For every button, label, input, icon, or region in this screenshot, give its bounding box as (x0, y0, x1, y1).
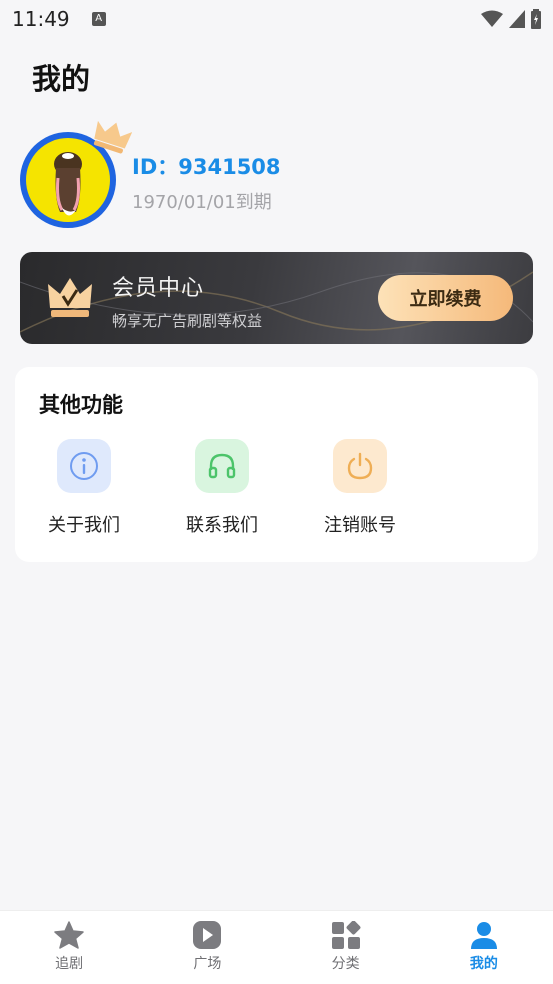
user-id: ID：9341508 (132, 155, 281, 179)
tab-mine[interactable]: 我的 (415, 911, 553, 984)
crown-icon (93, 120, 132, 154)
vip-crown-icon (48, 278, 92, 317)
star-icon (54, 921, 84, 949)
vip-center-card[interactable]: 会员中心 畅享无广告刷剧等权益 立即续费 (20, 252, 533, 344)
tab-category-label: 分类 (331, 956, 360, 972)
about-us-label: 关于我们 (48, 515, 120, 536)
tab-square[interactable]: 广场 (138, 911, 276, 984)
signal-icon (509, 10, 525, 28)
user-icon (470, 922, 497, 949)
category-icon (331, 921, 361, 949)
renew-button[interactable]: 立即续费 (378, 275, 513, 321)
other-features-card: 其他功能 关于我们 联系我们 注销账号 (15, 367, 538, 562)
power-icon (333, 439, 387, 493)
contact-us-label: 联系我们 (186, 515, 258, 536)
tab-mine-label: 我的 (469, 956, 498, 972)
status-time: 11:49 (12, 7, 70, 31)
cancel-account-label: 注销账号 (324, 515, 396, 536)
battery-icon (531, 9, 541, 29)
play-icon (193, 921, 222, 949)
headset-icon (195, 439, 249, 493)
tab-square-label: 广场 (193, 956, 222, 972)
avatar-container[interactable] (20, 118, 132, 230)
status-indicators (481, 9, 541, 29)
cancel-account-item[interactable]: 注销账号 (305, 439, 415, 537)
tab-follow[interactable]: 追剧 (0, 911, 138, 984)
tab-category[interactable]: 分类 (277, 911, 415, 984)
vip-subtitle: 畅享无广告刷剧等权益 (112, 312, 263, 330)
contact-us-item[interactable]: 联系我们 (167, 439, 277, 537)
about-us-item[interactable]: 关于我们 (29, 439, 139, 537)
features-title: 其他功能 (39, 393, 123, 417)
status-bar: 11:49 A (0, 0, 553, 38)
page-title: 我的 (32, 62, 91, 96)
tab-follow-label: 追剧 (55, 956, 84, 972)
notification-icon: A (91, 12, 106, 26)
info-icon (57, 439, 111, 493)
vip-title: 会员中心 (112, 276, 205, 301)
membership-expiry: 1970/01/01到期 (132, 192, 272, 213)
bottom-tab-bar: 追剧 广场 分类 我的 (0, 910, 553, 984)
wifi-icon (481, 10, 503, 27)
